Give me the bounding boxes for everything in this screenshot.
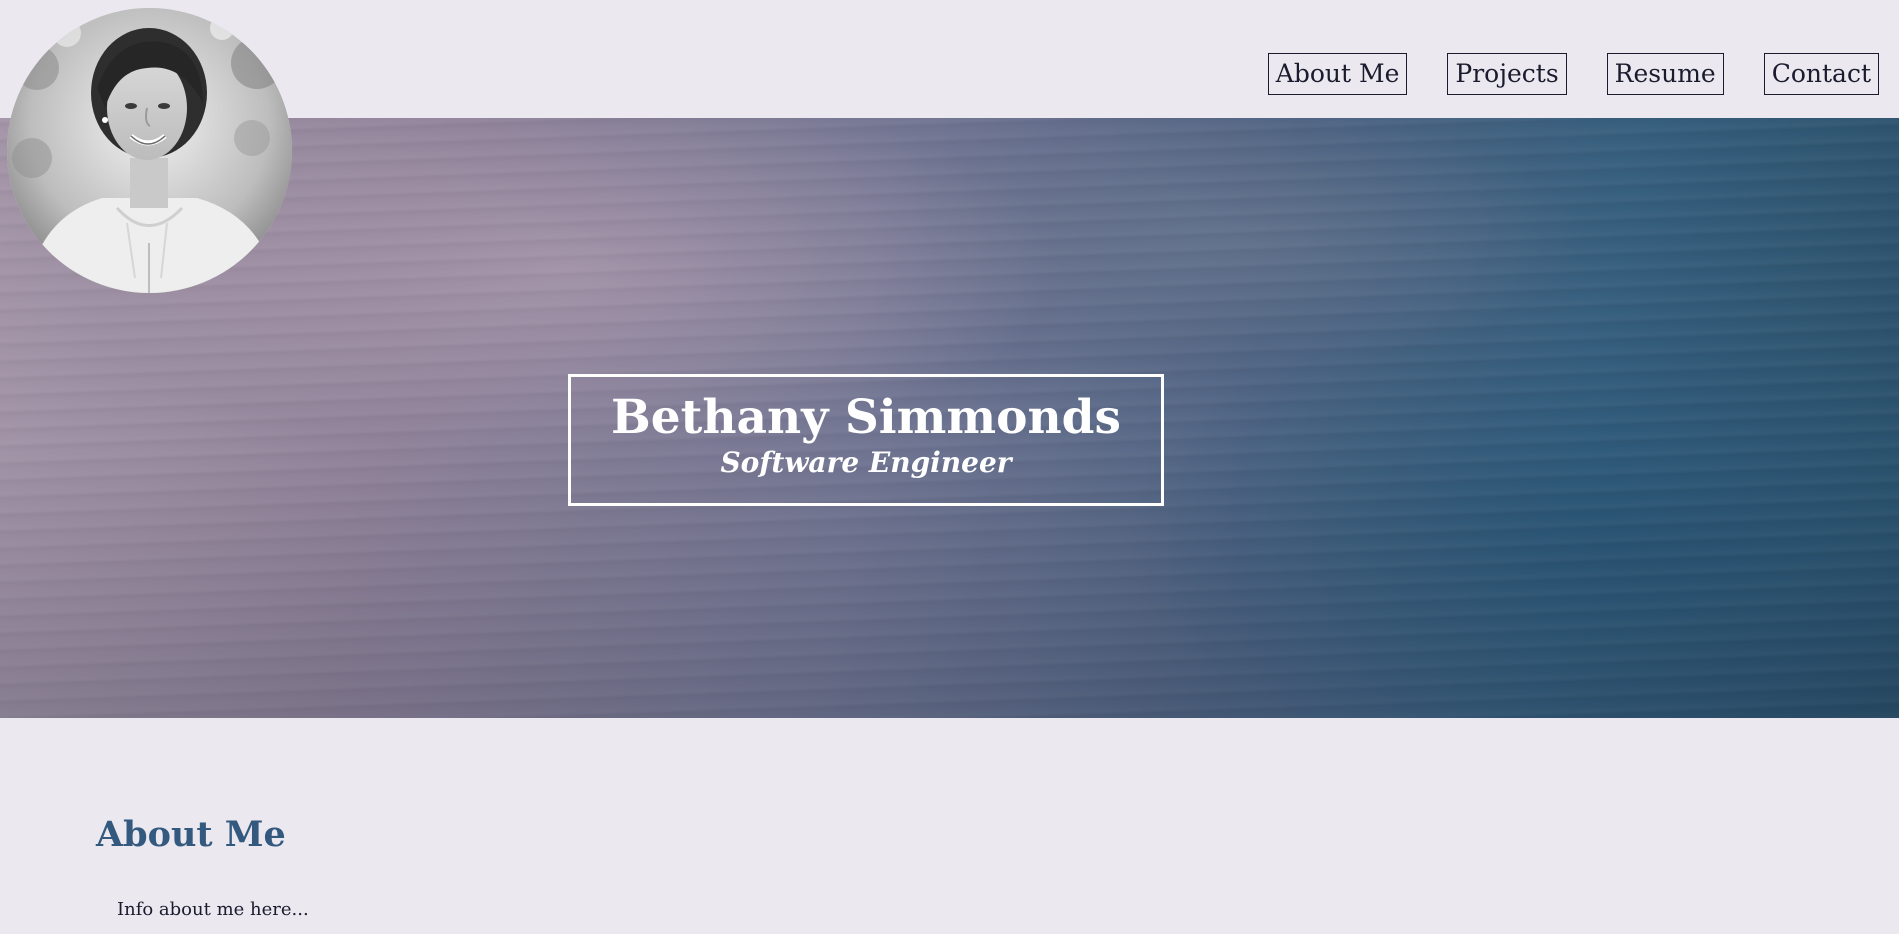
about-heading: About Me xyxy=(96,814,286,855)
top-bar: About Me Projects Resume Contact xyxy=(0,0,1899,118)
hero-banner: Bethany Simmonds Software Engineer xyxy=(0,118,1899,718)
nav-projects[interactable]: Projects xyxy=(1447,53,1567,95)
portfolio-page: About Me Projects Resume Contact Bethany… xyxy=(0,0,1899,934)
about-text: Info about me here... xyxy=(117,899,309,920)
profile-photo xyxy=(7,8,292,293)
hero-role: Software Engineer xyxy=(720,446,1012,479)
nav-resume[interactable]: Resume xyxy=(1606,53,1724,95)
nav-about-me[interactable]: About Me xyxy=(1267,53,1408,95)
nav-contact[interactable]: Contact xyxy=(1763,53,1879,95)
hero-name: Bethany Simmonds xyxy=(611,390,1121,445)
hero-title-box: Bethany Simmonds Software Engineer xyxy=(568,374,1164,506)
profile-photo-image xyxy=(7,8,292,293)
about-section: About Me Info about me here... xyxy=(0,718,1899,934)
main-nav: About Me Projects Resume Contact xyxy=(1267,53,1879,95)
